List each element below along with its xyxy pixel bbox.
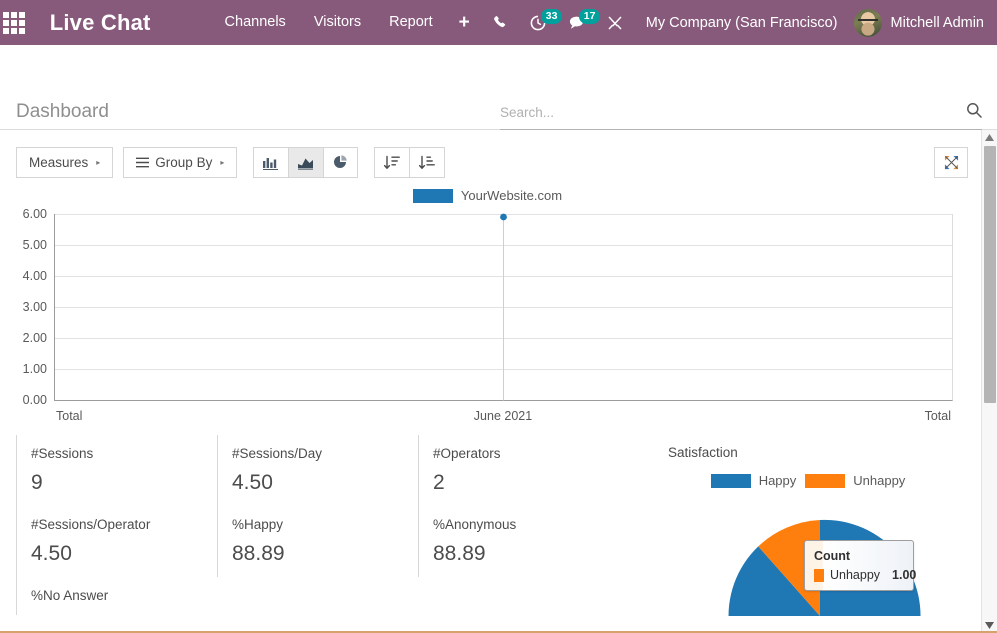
user-name-label: Mitchell Admin bbox=[890, 14, 984, 31]
satisfaction-title: Satisfaction bbox=[668, 445, 738, 460]
tooltip-title: Count bbox=[814, 549, 851, 563]
menu-item-report[interactable]: Report bbox=[375, 0, 447, 45]
measures-label: Measures bbox=[29, 155, 89, 170]
kpi-value: 4.50 bbox=[232, 471, 273, 494]
kpi-label: %Happy bbox=[232, 517, 284, 532]
phone-icon[interactable] bbox=[482, 0, 519, 45]
main-graph: YourWebsite.com 6.00 5.00 4.00 3.00 2.00… bbox=[0, 184, 975, 429]
search-icon[interactable] bbox=[966, 102, 982, 123]
search-input[interactable] bbox=[500, 105, 966, 120]
hamburger-icon bbox=[136, 157, 150, 168]
avatar-glasses bbox=[857, 18, 878, 24]
chevron-right-icon: ▸ bbox=[96, 158, 101, 167]
kpi-percent-happy[interactable]: %Happy 88.89 bbox=[217, 506, 418, 577]
navbar-right-group: 33 17 My Company (San Francisco) Mitchel… bbox=[482, 0, 997, 45]
y-tick-0: 0.00 bbox=[23, 393, 47, 407]
legend-label-unhappy: Unhappy bbox=[853, 473, 906, 488]
graph-view-toolbar: Measures ▸ Group By ▸ bbox=[0, 130, 997, 178]
chevron-right-icon: ▸ bbox=[220, 158, 225, 167]
company-switcher[interactable]: My Company (San Francisco) bbox=[634, 15, 848, 31]
kpi-percent-no-answer[interactable]: %No Answer bbox=[16, 577, 217, 615]
satisfaction-panel: Satisfaction Happy Unhappy Count Unhappy… bbox=[652, 435, 982, 633]
sort-descending-icon[interactable] bbox=[374, 147, 411, 178]
pie-tooltip: Count Unhappy 1.00 bbox=[804, 540, 916, 591]
user-menu[interactable]: Mitchell Admin bbox=[848, 8, 988, 37]
kpi-sessions[interactable]: #Sessions 9 bbox=[16, 435, 217, 506]
scrollbar-thumb[interactable] bbox=[984, 146, 996, 403]
x-tick-total-right: Total bbox=[925, 409, 951, 421]
tooltip-swatch-unhappy bbox=[814, 568, 824, 582]
apps-grid-glyph bbox=[3, 11, 26, 34]
kpi-sessions-per-day[interactable]: #Sessions/Day 4.50 bbox=[217, 435, 418, 506]
kpi-section: #Sessions 9 #Sessions/Day 4.50 #Operator… bbox=[0, 435, 997, 633]
top-navbar: Live Chat Channels Visitors Report + 33 … bbox=[0, 0, 997, 45]
menu-item-channels[interactable]: Channels bbox=[211, 0, 300, 45]
kpi-label: #Operators bbox=[433, 446, 501, 461]
scroll-up-arrow-icon[interactable] bbox=[982, 130, 997, 145]
legend-item-unhappy[interactable]: Unhappy bbox=[805, 473, 905, 488]
menu-item-add[interactable]: + bbox=[447, 1, 482, 44]
kpi-label: %No Answer bbox=[31, 588, 109, 603]
legend-label-yourwebsite: YourWebsite.com bbox=[460, 188, 563, 203]
area-chart-icon[interactable] bbox=[288, 147, 325, 178]
legend-swatch-unhappy bbox=[805, 473, 846, 488]
apps-grid-icon[interactable] bbox=[0, 0, 29, 45]
satisfaction-legend: Happy Unhappy bbox=[652, 473, 982, 488]
kpi-label: %Anonymous bbox=[433, 517, 517, 532]
legend-swatch-yourwebsite bbox=[412, 188, 453, 203]
data-point-yourwebsite bbox=[500, 213, 507, 221]
legend-swatch-happy bbox=[710, 473, 751, 488]
debug-tools-icon[interactable] bbox=[596, 0, 634, 45]
measures-button[interactable]: Measures ▸ bbox=[16, 147, 114, 178]
main-menu: Channels Visitors Report + bbox=[211, 0, 482, 45]
tooltip-row: Unhappy 1.00 bbox=[814, 568, 916, 582]
tooltip-value: 1.00 bbox=[892, 568, 917, 582]
y-tick-4: 4.00 bbox=[23, 269, 47, 283]
y-tick-6: 6.00 bbox=[23, 207, 47, 221]
activity-clock-icon[interactable]: 33 bbox=[519, 0, 563, 45]
menu-item-visitors[interactable]: Visitors bbox=[300, 0, 375, 45]
breadcrumb[interactable]: Dashboard bbox=[16, 101, 109, 123]
x-tick-june-2021: June 2021 bbox=[474, 409, 532, 421]
bar-chart-icon[interactable] bbox=[253, 147, 290, 178]
satisfaction-pie-wrap: Count Unhappy 1.00 bbox=[652, 496, 982, 633]
expand-fullscreen-icon[interactable] bbox=[934, 147, 968, 178]
group-by-button[interactable]: Group By ▸ bbox=[123, 147, 238, 178]
search-row bbox=[500, 102, 982, 130]
kpi-value: 88.89 bbox=[433, 542, 486, 565]
sort-group bbox=[374, 147, 446, 178]
kpi-operators[interactable]: #Operators 2 bbox=[418, 435, 619, 506]
x-tick-total-left: Total bbox=[56, 409, 82, 421]
avatar bbox=[853, 8, 882, 37]
graph-canvas[interactable]: 6.00 5.00 4.00 3.00 2.00 1.00 0.00 Total… bbox=[0, 206, 975, 421]
y-tick-2: 2.00 bbox=[23, 331, 47, 345]
kpi-label: #Sessions bbox=[31, 446, 94, 461]
dashboard-content: Measures ▸ Group By ▸ YourWebsite.com 6.… bbox=[0, 130, 997, 633]
kpi-percent-anonymous[interactable]: %Anonymous 88.89 bbox=[418, 506, 619, 577]
kpi-value: 9 bbox=[31, 471, 43, 494]
chart-type-group bbox=[253, 147, 359, 178]
legend-label-happy: Happy bbox=[758, 473, 797, 488]
messages-icon[interactable]: 17 bbox=[557, 0, 601, 45]
vertical-scrollbar[interactable] bbox=[981, 130, 997, 633]
kpi-value: 88.89 bbox=[232, 542, 285, 565]
y-tick-5: 5.00 bbox=[23, 238, 47, 252]
kpi-value: 2 bbox=[433, 471, 445, 494]
legend-item-happy[interactable]: Happy bbox=[710, 473, 797, 488]
kpi-sessions-per-operator[interactable]: #Sessions/Operator 4.50 bbox=[16, 506, 217, 577]
y-tick-1: 1.00 bbox=[23, 362, 47, 376]
sort-ascending-icon[interactable] bbox=[409, 147, 446, 178]
y-tick-3: 3.00 bbox=[23, 300, 47, 314]
pie-chart-icon[interactable] bbox=[323, 147, 359, 178]
graph-legend: YourWebsite.com bbox=[0, 188, 975, 203]
kpi-label: #Sessions/Day bbox=[232, 446, 323, 461]
app-brand-title[interactable]: Live Chat bbox=[50, 10, 151, 36]
group-by-label: Group By bbox=[155, 155, 213, 170]
tooltip-key: Unhappy bbox=[830, 568, 881, 582]
control-panel: Dashboard Filters Favorites bbox=[0, 45, 997, 158]
kpi-label: #Sessions/Operator bbox=[31, 517, 151, 532]
kpi-value: 4.50 bbox=[31, 542, 72, 565]
